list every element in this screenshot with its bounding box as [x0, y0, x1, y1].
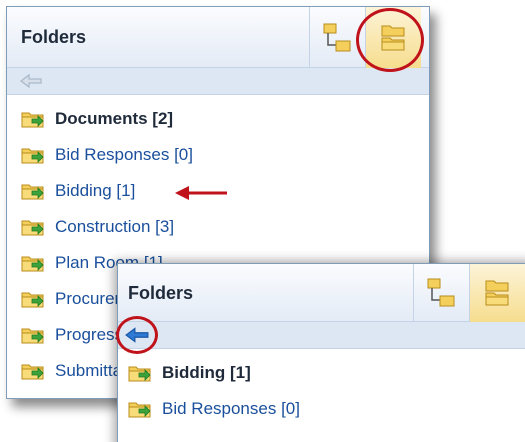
folder-label: Documents [2]	[55, 109, 174, 128]
folder-nav-bar	[118, 322, 525, 349]
panel-title: Folders	[21, 27, 87, 47]
folder-label: Bidding [1]	[162, 363, 251, 382]
red-arrow-icon	[175, 186, 227, 200]
folder-go-icon	[21, 325, 45, 345]
folder-tree-icon	[322, 22, 354, 54]
list-item[interactable]: Documents [2]	[7, 101, 429, 137]
folder-label: Construction [3]	[55, 217, 175, 236]
folder-label: Bid Responses [0]	[55, 145, 193, 164]
flat-view-button[interactable]	[469, 264, 525, 322]
folder-go-icon	[21, 361, 45, 381]
list-item[interactable]: Bidding [1]	[118, 355, 525, 391]
folder-go-icon	[128, 399, 152, 419]
folder-go-icon	[21, 289, 45, 309]
folder-list: Bidding [1] Bid Responses [0]	[118, 349, 525, 427]
list-item[interactable]: Construction [3]	[7, 209, 429, 245]
highlight-circle	[116, 316, 158, 354]
panel-title: Folders	[128, 283, 194, 303]
folder-flat-icon	[482, 277, 514, 309]
folder-go-icon	[21, 253, 45, 273]
folder-label: Bid Responses [0]	[162, 399, 300, 418]
folders-header: Folders	[118, 264, 525, 322]
folder-nav-bar	[7, 68, 429, 95]
folders-panel-inset: Folders Bidding [1] Bid Responses [0]	[117, 263, 525, 442]
folder-go-icon	[21, 181, 45, 201]
folder-go-icon	[21, 217, 45, 237]
list-item[interactable]: Bid Responses [0]	[7, 137, 429, 173]
tree-view-button[interactable]	[413, 264, 469, 322]
folder-tree-icon	[426, 277, 458, 309]
highlight-circle	[356, 8, 424, 72]
list-item[interactable]: Bid Responses [0]	[118, 391, 525, 427]
folder-go-icon	[21, 109, 45, 129]
back-arrow-icon[interactable]	[19, 73, 43, 89]
folder-go-icon	[128, 363, 152, 383]
folder-label: Bidding [1]	[55, 181, 136, 200]
folder-go-icon	[21, 145, 45, 165]
